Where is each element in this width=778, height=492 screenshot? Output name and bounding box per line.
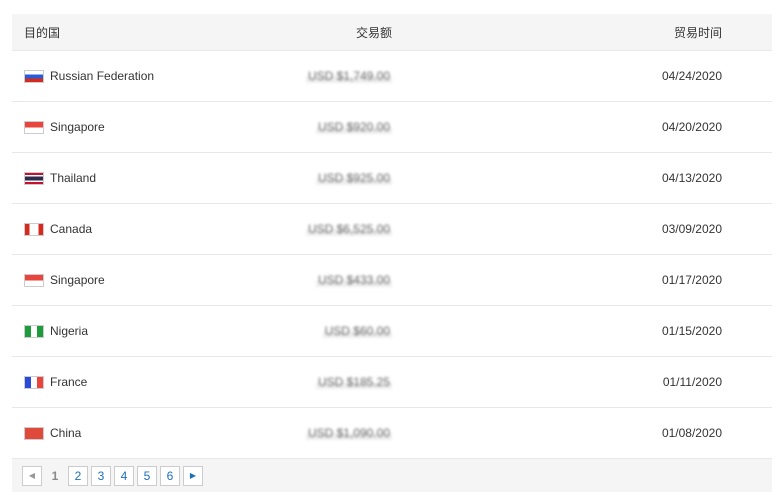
country-cell: Thailand: [24, 153, 96, 203]
date-cell: 01/17/2020: [661, 273, 722, 287]
date-cell: 01/11/2020: [662, 375, 722, 389]
country-name: Thailand: [50, 171, 97, 185]
amount-cell: USD $1,090.00: [305, 408, 392, 458]
table-row: Nigeria USD $60.00 01/15/2020: [12, 306, 772, 357]
trade-table: 目的国 交易额 贸易时间 Russian Federation USD $1,7…: [12, 14, 772, 459]
prev-page-button[interactable]: ◀: [22, 465, 42, 486]
amount-cell: USD $925.00: [315, 153, 392, 203]
page-2-button[interactable]: 2: [68, 465, 88, 486]
nigeria-flag-icon: [24, 324, 44, 338]
country-name: China: [50, 426, 82, 440]
country-name: Singapore: [50, 120, 105, 134]
thailand-flag-icon: [24, 171, 44, 185]
amount-cell: USD $6,525.00: [305, 204, 392, 254]
date-cell: 04/24/2020: [661, 69, 722, 83]
current-page: 1: [51, 468, 59, 483]
table-row: Canada USD $6,525.00 03/09/2020: [12, 204, 772, 255]
country-cell: Nigeria: [24, 306, 88, 356]
table-row: Russian Federation USD $1,749.00 04/24/2…: [12, 51, 772, 102]
page-6-button[interactable]: 6: [160, 465, 180, 486]
country-cell: France: [24, 357, 87, 407]
amount-value: USD $185.25: [315, 375, 392, 389]
country-name: Canada: [50, 222, 93, 236]
page-4-button[interactable]: 4: [114, 465, 134, 486]
date-cell: 03/09/2020: [661, 222, 722, 236]
date-cell: 01/08/2020: [661, 426, 722, 440]
amount-value: USD $1,749.00: [305, 69, 392, 83]
russia-flag-icon: [24, 69, 44, 83]
amount-cell: USD $1,749.00: [305, 51, 392, 101]
country-cell: Russian Federation: [24, 51, 154, 101]
country-name: Russian Federation: [50, 69, 155, 83]
table-header: 目的国 交易额 贸易时间: [12, 14, 772, 51]
country-name: France: [50, 375, 88, 389]
country-cell: China: [24, 408, 81, 458]
country-cell: Canada: [24, 204, 92, 254]
country-name: Singapore: [50, 273, 105, 287]
singapore-flag-icon: [24, 120, 44, 134]
amount-value: USD $60.00: [322, 324, 392, 338]
singapore-flag-icon: [24, 273, 44, 287]
date-cell: 04/20/2020: [661, 120, 722, 134]
france-flag-icon: [24, 375, 44, 389]
country-cell: Singapore: [24, 255, 105, 305]
table-row: China USD $1,090.00 01/08/2020: [12, 408, 772, 459]
header-country: 目的国: [24, 25, 61, 40]
date-cell: 01/15/2020: [661, 324, 722, 338]
table-row: Thailand USD $925.00 04/13/2020: [12, 153, 772, 204]
amount-cell: USD $185.25: [315, 357, 392, 407]
table-row: Singapore USD $433.00 01/17/2020: [12, 255, 772, 306]
amount-value: USD $925.00: [315, 171, 392, 185]
country-name: Nigeria: [50, 324, 89, 338]
amount-value: USD $1,090.00: [305, 426, 392, 440]
china-flag-icon: [24, 426, 44, 440]
amount-cell: USD $920.00: [315, 102, 392, 152]
amount-value: USD $920.00: [315, 120, 392, 134]
header-date: 贸易时间: [673, 25, 722, 40]
amount-value: USD $433.00: [315, 273, 392, 287]
amount-cell: USD $433.00: [315, 255, 392, 305]
table-row: Singapore USD $920.00 04/20/2020: [12, 102, 772, 153]
next-page-button[interactable]: ▶: [183, 465, 203, 486]
page-3-button[interactable]: 3: [91, 465, 111, 486]
header-amount: 交易额: [355, 25, 392, 40]
canada-flag-icon: [24, 222, 44, 236]
page-5-button[interactable]: 5: [137, 465, 157, 486]
pagination: ◀ 1 2 3 4 5 6 ▶: [12, 459, 772, 492]
amount-cell: USD $60.00: [322, 306, 392, 356]
date-cell: 04/13/2020: [661, 171, 722, 185]
amount-value: USD $6,525.00: [305, 222, 392, 236]
country-cell: Singapore: [24, 102, 105, 152]
table-row: France USD $185.25 01/11/2020: [12, 357, 772, 408]
